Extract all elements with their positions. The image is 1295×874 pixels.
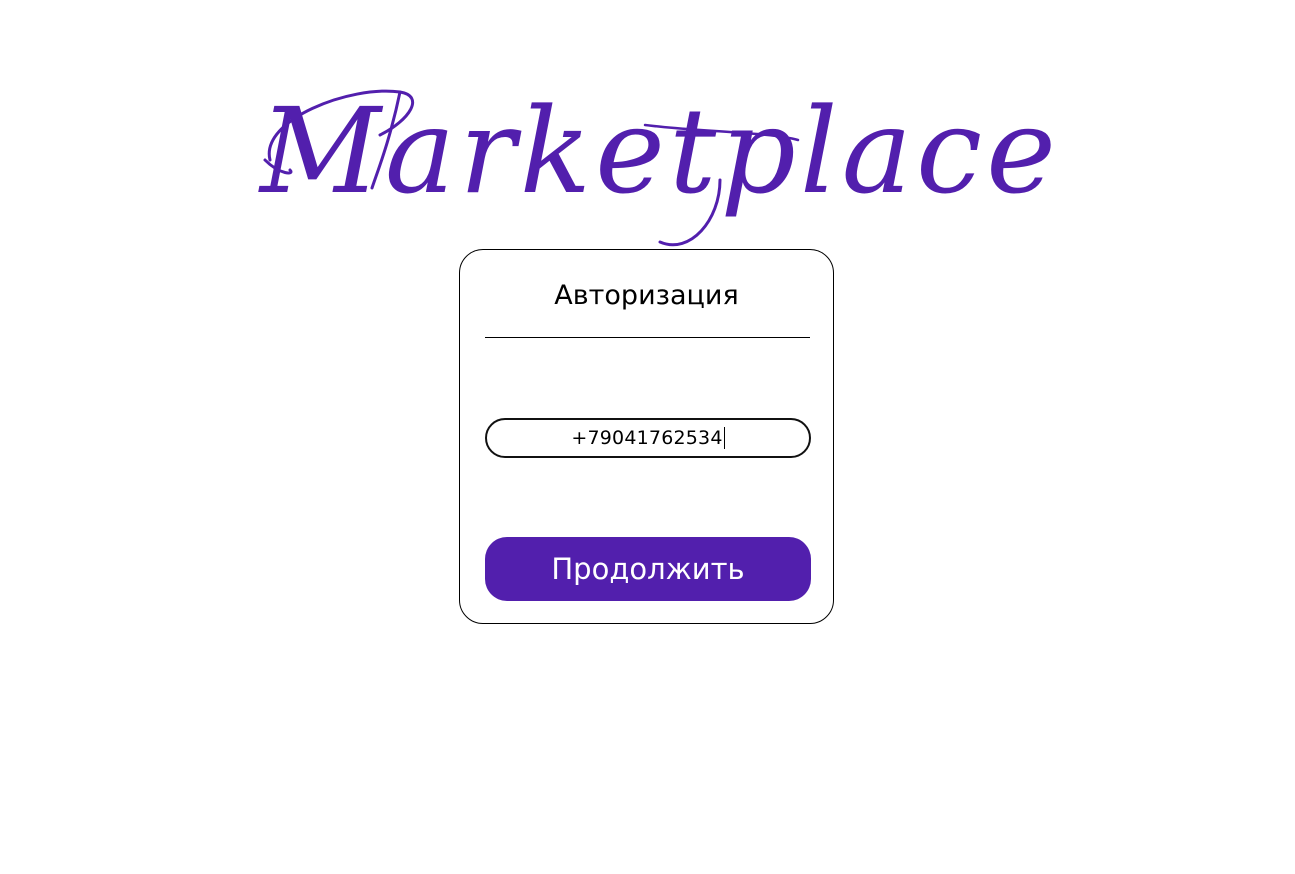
auth-card: Авторизация +79041762534 Продолжить: [459, 249, 834, 624]
continue-button-label: Продолжить: [551, 552, 745, 586]
title-divider: [485, 337, 810, 338]
auth-title: Авторизация: [554, 280, 739, 311]
page: Marketplace Авторизация +79041762534 Про…: [0, 0, 1295, 874]
phone-value: +79041762534: [571, 427, 723, 449]
phone-input[interactable]: +79041762534: [485, 418, 811, 458]
continue-button[interactable]: Продолжить: [485, 537, 811, 601]
text-caret: [723, 427, 725, 449]
marketplace-logo: Marketplace: [250, 80, 1070, 255]
logo-text: Marketplace: [258, 82, 1060, 220]
